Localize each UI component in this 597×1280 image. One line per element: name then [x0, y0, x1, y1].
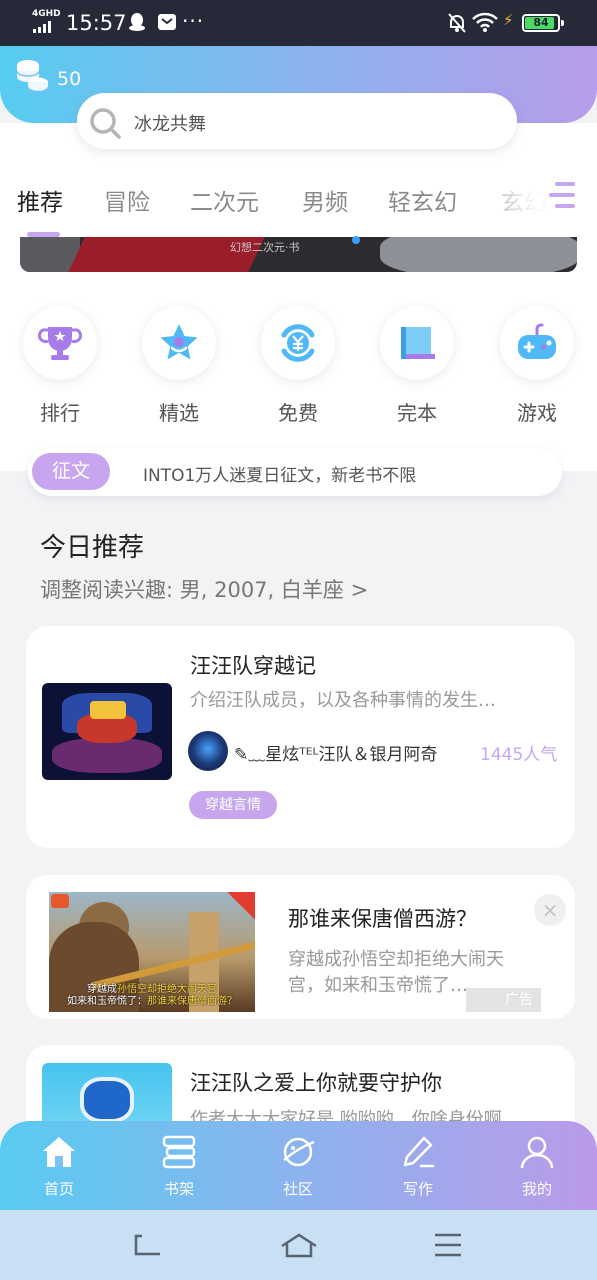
- mail-icon: [158, 14, 176, 30]
- clock: 15:57: [66, 11, 127, 35]
- book-title[interactable]: 汪汪队穿越记: [190, 650, 316, 680]
- category-menu-icon[interactable]: [547, 180, 577, 212]
- promo-banner[interactable]: 幻想二次元·书: [20, 237, 577, 272]
- popularity-count: 1445人气: [480, 745, 558, 765]
- status-bar: 4GHD 15:57 ··· ⚡ 84: [0, 0, 597, 46]
- nav-label: 写作: [402, 1180, 433, 1198]
- book-title[interactable]: 汪汪队之爱上你就要守护你: [190, 1067, 442, 1097]
- book-card[interactable]: 汪汪队穿越记 介绍汪队成员，以及各种事情的发生… ✎﹏星炫ᵀᴱᴸ汪队＆银月阿奇 …: [26, 626, 575, 848]
- quick-entry-ranking[interactable]: 排行: [22, 306, 98, 426]
- quick-entry-completed[interactable]: 完本: [379, 306, 455, 426]
- tab-adventure[interactable]: 冒险: [104, 183, 150, 217]
- network-type: 4GHD: [32, 9, 61, 19]
- quick-entry-games[interactable]: 游戏: [499, 306, 575, 426]
- adjust-interests-link[interactable]: 调整阅读兴趣: 男, 2007, 白羊座 >: [40, 574, 368, 604]
- pen-icon: [403, 1136, 435, 1168]
- quick-entry-label: 排行: [40, 401, 80, 425]
- ad-image[interactable]: 穿越成孙悟空却拒绝大闹天宫 如来和玉帝慌了：那谁来保唐僧西游？: [49, 892, 255, 1012]
- trophy-icon: [38, 327, 82, 360]
- battery-level: 84: [533, 16, 549, 29]
- nav-profile[interactable]: 我的: [492, 1121, 582, 1210]
- system-navigation-bar: [0, 1210, 597, 1280]
- nav-home[interactable]: 首页: [14, 1121, 104, 1210]
- nav-label: 书架: [163, 1180, 194, 1198]
- nav-write[interactable]: 写作: [373, 1121, 463, 1210]
- user-icon: [520, 1136, 554, 1169]
- search-icon: [90, 108, 121, 139]
- ad-app-logo: [51, 894, 69, 908]
- search-bar[interactable]: 冰龙共舞: [77, 93, 517, 149]
- genre-tag[interactable]: 穿越言情: [189, 791, 277, 819]
- close-icon[interactable]: ×: [534, 894, 566, 926]
- nav-label: 我的: [521, 1180, 552, 1198]
- book-description: 介绍汪队成员，以及各种事情的发生…: [190, 690, 496, 711]
- mute-bell-icon: [448, 13, 466, 33]
- quick-entry-label: 游戏: [517, 401, 557, 425]
- gamepad-icon: [518, 323, 556, 359]
- section-title: 今日推荐: [40, 533, 145, 563]
- more-notifications: ···: [182, 9, 205, 33]
- qq-icon: [128, 12, 146, 37]
- ad-title[interactable]: 那谁来保唐僧西游？: [288, 903, 477, 933]
- signal-icon: [33, 21, 51, 33]
- notice-text: INTO1万人迷夏日征文，新老书不限: [143, 466, 417, 486]
- nav-community[interactable]: 社区: [253, 1121, 343, 1210]
- home-button-icon[interactable]: [280, 1232, 318, 1258]
- ad-label: 广告: [466, 988, 541, 1012]
- avatar[interactable]: [188, 731, 228, 771]
- coin-count[interactable]: 50: [57, 68, 81, 90]
- wifi-icon: [472, 12, 498, 32]
- star-icon: [160, 324, 198, 360]
- contest-notice[interactable]: 征文 INTO1万人迷夏日征文，新老书不限: [28, 448, 562, 496]
- quick-entry-label: 精选: [159, 401, 199, 425]
- tab-anime[interactable]: 二次元: [190, 183, 259, 217]
- tab-light-fantasy[interactable]: 轻玄幻: [388, 183, 457, 217]
- author-row[interactable]: ✎﹏星炫ᵀᴱᴸ汪队＆银月阿奇 1445人气: [188, 731, 568, 771]
- nav-label: 社区: [282, 1180, 313, 1198]
- banner-caption: 幻想二次元·书: [230, 241, 300, 254]
- banner-indicator: [352, 236, 360, 244]
- bookshelf-icon: [162, 1135, 196, 1169]
- book-icon: [401, 327, 435, 359]
- free-yen-icon: [281, 324, 315, 362]
- bottom-navigation: 首页 书架 社区 写作 我的: [0, 1121, 597, 1210]
- home-icon: [43, 1137, 75, 1167]
- planet-icon: [283, 1137, 315, 1167]
- search-input[interactable]: 冰龙共舞: [134, 110, 206, 136]
- coin-stack-icon[interactable]: [14, 58, 50, 92]
- notice-tag: 征文: [32, 453, 110, 490]
- back-icon[interactable]: [132, 1232, 164, 1258]
- quick-entry-label: 完本: [397, 401, 437, 425]
- book-cover[interactable]: [42, 683, 172, 780]
- quick-entry-label: 免费: [278, 401, 318, 425]
- tab-male[interactable]: 男频: [302, 183, 348, 217]
- quick-entry-featured[interactable]: 精选: [141, 306, 217, 426]
- author-name[interactable]: ✎﹏星炫ᵀᴱᴸ汪队＆银月阿奇: [234, 740, 438, 765]
- charging-icon: ⚡: [503, 11, 514, 29]
- ad-image-caption: 穿越成孙悟空却拒绝大闹天宫 如来和玉帝慌了：那谁来保唐僧西游？: [67, 984, 237, 1007]
- nav-label: 首页: [43, 1180, 74, 1198]
- tab-recommend[interactable]: 推荐: [17, 183, 63, 217]
- nav-bookshelf[interactable]: 书架: [134, 1121, 224, 1210]
- battery-icon: 84: [522, 14, 560, 32]
- menu-icon[interactable]: [433, 1232, 463, 1258]
- ad-card[interactable]: 穿越成孙悟空却拒绝大闹天宫 如来和玉帝慌了：那谁来保唐僧西游？ 那谁来保唐僧西游…: [26, 875, 575, 1019]
- quick-entry-free[interactable]: 免费: [260, 306, 336, 426]
